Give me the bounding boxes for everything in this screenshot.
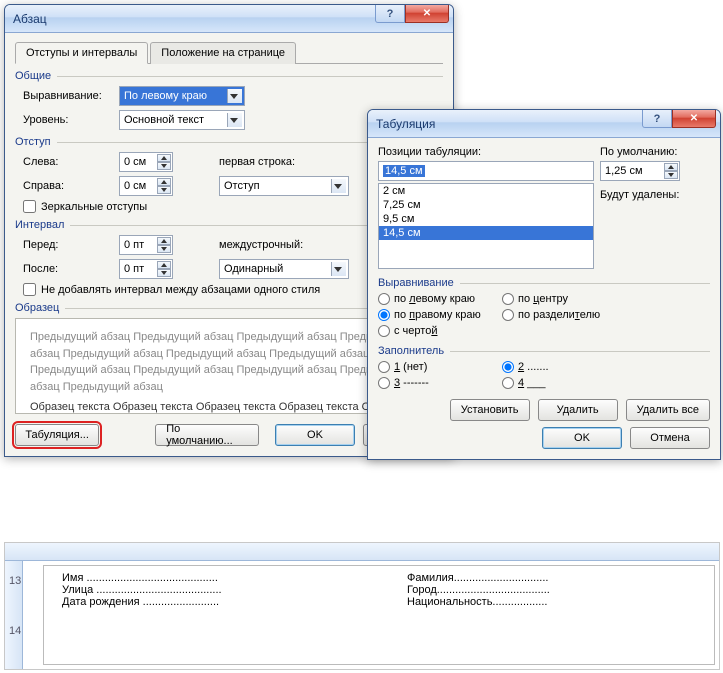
indent-left-spinner[interactable]: 0 см [119,152,173,172]
mirror-indents-checkbox[interactable] [23,200,36,213]
doc-cell: Имя ....................................… [62,572,407,584]
ok-button[interactable]: OK [542,427,622,449]
list-item[interactable]: 9,5 см [379,212,593,226]
ok-button[interactable]: OK [275,424,355,446]
mirror-indents-label: Зеркальные отступы [41,201,147,213]
alignment-select[interactable]: По левому краю [119,86,245,106]
doc-cell: Город...................................… [407,584,550,596]
default-spinner[interactable]: 1,25 см [600,161,680,181]
clear-all-button[interactable]: Удалить все [626,399,710,421]
group-sample: Образец [15,302,59,314]
indent-left-label: Слева: [23,156,113,168]
indent-right-label: Справа: [23,180,113,192]
willdelete-label: Будут удалены: [600,189,710,201]
before-spinner[interactable]: 0 пт [119,235,173,255]
nosame-label: Не добавлять интервал между абзацами одн… [41,284,320,296]
before-label: Перед: [23,239,113,251]
doc-row: Дата рождения ......................... … [62,596,696,608]
doc-row: Улица ..................................… [62,584,696,596]
ruler-horizontal [5,543,719,561]
leader-dashes-radio[interactable]: 3 ------- [378,377,488,389]
tab-position[interactable]: Положение на странице [150,42,296,64]
group-leader: Заполнитель [378,345,444,357]
list-item[interactable]: 2 см [379,184,593,198]
align-center-radio[interactable]: по центру [502,293,612,305]
spin-down-icon[interactable] [157,186,171,194]
align-bar-radio[interactable]: с чертой [378,325,488,337]
spin-down-icon[interactable] [664,171,678,179]
help-button[interactable] [375,5,405,23]
firstline-select[interactable]: Отступ [219,176,349,196]
set-button[interactable]: Установить [450,399,530,421]
default-label: По умолчанию: [600,146,710,158]
ruler-vertical: 13 14 [5,561,23,669]
tabs-button[interactable]: Табуляция... [15,424,99,446]
positions-label: Позиции табуляции: [378,146,594,158]
help-button[interactable] [642,110,672,128]
tab-indents[interactable]: Отступы и интервалы [15,42,148,64]
alignment-label: Выравнивание: [23,90,113,102]
close-button[interactable] [672,110,716,128]
ruler-num: 13 [9,575,21,587]
default-button[interactable]: По умолчанию... [155,424,259,446]
doc-cell: Национальность.................. [407,596,547,608]
spin-up-icon[interactable] [157,178,171,186]
group-spacing: Интервал [15,219,64,231]
spin-down-icon[interactable] [157,245,171,253]
leader-none-radio[interactable]: 1 (нет) [378,361,488,373]
document-window: 13 14 Имя ..............................… [4,542,720,670]
titlebar[interactable]: Табуляция [368,110,720,138]
titlebar[interactable]: Абзац [5,5,453,33]
position-input[interactable]: 14,5 см [378,161,594,181]
align-decimal-radio[interactable]: по разделителю [502,309,612,321]
leader-underline-radio[interactable]: 4 ___ [502,377,612,389]
list-item[interactable]: 14,5 см [379,226,593,240]
spin-down-icon[interactable] [157,269,171,277]
align-right-radio[interactable]: по правому краю [378,309,488,321]
doc-cell: Фамилия............................... [407,572,548,584]
after-label: После: [23,263,113,275]
group-indent: Отступ [15,136,51,148]
spin-up-icon[interactable] [157,261,171,269]
clear-button[interactable]: Удалить [538,399,618,421]
after-spinner[interactable]: 0 пт [119,259,173,279]
positions-listbox[interactable]: 2 см 7,25 см 9,5 см 14,5 см [378,183,594,269]
document-page: Имя ....................................… [43,565,715,665]
nosame-checkbox[interactable] [23,283,36,296]
dialog-title: Абзац [13,12,47,26]
spin-down-icon[interactable] [157,162,171,170]
tab-strip: Отступы и интервалы Положение на страниц… [15,41,443,64]
leader-dots-radio[interactable]: 2 ....... [502,361,612,373]
dialog-title: Табуляция [376,117,435,131]
spin-up-icon[interactable] [157,154,171,162]
doc-cell: Улица ..................................… [62,584,407,596]
linespacing-label: междустрочный: [219,239,329,251]
doc-cell: Дата рождения ......................... [62,596,407,608]
doc-row: Имя ....................................… [62,572,696,584]
group-general: Общие [15,70,51,82]
level-label: Уровень: [23,114,113,126]
linespacing-select[interactable]: Одинарный [219,259,349,279]
cancel-button[interactable]: Отмена [630,427,710,449]
align-left-radio[interactable]: по левому краю [378,293,488,305]
spin-up-icon[interactable] [157,237,171,245]
ruler-num: 14 [9,625,21,637]
list-item[interactable]: 7,25 см [379,198,593,212]
firstline-label: первая строка: [219,156,329,168]
tabulation-dialog: Табуляция Позиции табуляции: 14,5 см 2 с… [367,109,721,460]
indent-right-spinner[interactable]: 0 см [119,176,173,196]
group-alignment: Выравнивание [378,277,454,289]
level-select[interactable]: Основной текст [119,110,245,130]
spin-up-icon[interactable] [664,163,678,171]
close-button[interactable] [405,5,449,23]
